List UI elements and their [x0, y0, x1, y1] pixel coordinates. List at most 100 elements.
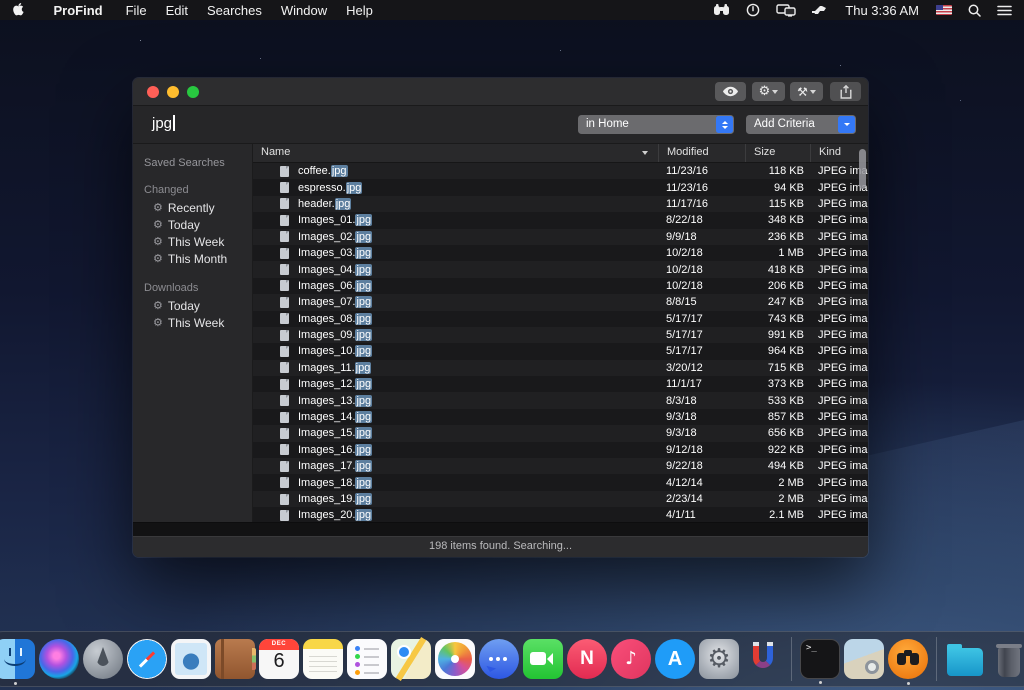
table-row[interactable]: Images_13.jpg8/3/18533 KBJPEG image: [253, 392, 868, 408]
dock-item-terminal-icon[interactable]: [800, 639, 840, 679]
power-circle-icon[interactable]: [738, 3, 768, 17]
table-row[interactable]: Images_07.jpg8/8/15247 KBJPEG image: [253, 294, 868, 310]
size-cell: 373 KB: [745, 378, 810, 390]
table-row[interactable]: Images_08.jpg5/17/17743 KBJPEG image: [253, 311, 868, 327]
kind-cell: JPEG image: [810, 411, 868, 423]
minimize-button[interactable]: [167, 86, 179, 98]
dock-item-trash-icon[interactable]: [989, 639, 1024, 679]
dock-item-finder-icon[interactable]: [0, 639, 35, 679]
match-highlight: jpg: [331, 165, 348, 177]
sidebar-item-this-week[interactable]: ⚙This Week: [133, 233, 252, 250]
us-flag-icon[interactable]: [928, 5, 960, 15]
menu-app-name[interactable]: ProFind: [44, 3, 112, 18]
column-header-modified[interactable]: Modified: [658, 144, 745, 162]
menu-help[interactable]: Help: [337, 3, 383, 18]
table-row[interactable]: coffee.jpg11/23/16118 KBJPEG image: [253, 163, 868, 179]
table-row[interactable]: Images_09.jpg5/17/17991 KBJPEG image: [253, 327, 868, 343]
match-highlight: jpg: [355, 280, 372, 292]
menu-bar: ProFind FileEditSearchesWindowHelp Thu 3…: [0, 0, 1024, 20]
dock-item-appstore-icon[interactable]: [655, 639, 695, 679]
menu-file[interactable]: File: [116, 3, 156, 18]
dock-item-photos-icon[interactable]: [435, 639, 475, 679]
dock-item-maps-icon[interactable]: [391, 639, 431, 679]
dock-item-calendar-icon[interactable]: DEC6: [259, 639, 299, 679]
menu-clock[interactable]: Thu 3:36 AM: [836, 3, 928, 18]
sidebar-item-label: This Month: [168, 252, 227, 266]
tools-button[interactable]: ⚒: [790, 82, 823, 101]
table-row[interactable]: Images_01.jpg8/22/18348 KBJPEG image: [253, 212, 868, 228]
document-icon: [280, 313, 289, 324]
table-row[interactable]: Images_11.jpg3/20/12715 KBJPEG image: [253, 360, 868, 376]
table-row[interactable]: Images_20.jpg4/1/112.1 MBJPEG image: [253, 507, 868, 523]
spray-tool-icon[interactable]: [804, 4, 836, 16]
column-header-size[interactable]: Size: [745, 144, 810, 162]
vertical-scrollbar-thumb[interactable]: [859, 149, 866, 189]
table-row[interactable]: Images_10.jpg5/17/17964 KBJPEG image: [253, 343, 868, 359]
zoom-button[interactable]: [187, 86, 199, 98]
dock-item-mail-icon[interactable]: [171, 639, 211, 679]
dock-item-downloads-folder-icon[interactable]: [945, 639, 985, 679]
size-cell: 922 KB: [745, 444, 810, 456]
dock-item-system-preferences-icon[interactable]: [699, 639, 739, 679]
table-row[interactable]: Images_18.jpg4/12/142 MBJPEG image: [253, 474, 868, 490]
add-criteria-button[interactable]: Add Criteria: [746, 115, 856, 134]
table-row[interactable]: espresso.jpg11/23/1694 KBJPEG image: [253, 179, 868, 195]
dock-item-safari-icon[interactable]: [127, 639, 167, 679]
dock-item-news-icon[interactable]: [567, 639, 607, 679]
dock-item-siri-icon[interactable]: [39, 639, 79, 679]
table-row[interactable]: Images_19.jpg2/23/142 MBJPEG image: [253, 491, 868, 507]
column-header-name[interactable]: Name: [253, 144, 658, 162]
table-row[interactable]: Images_03.jpg10/2/181 MBJPEG image: [253, 245, 868, 261]
menu-edit[interactable]: Edit: [156, 3, 197, 18]
menu-window[interactable]: Window: [271, 3, 336, 18]
dock-item-notes-icon[interactable]: [303, 639, 343, 679]
dock-item-magnet-icon[interactable]: [743, 639, 783, 679]
sidebar-item-recently[interactable]: ⚙Recently: [133, 199, 252, 216]
binoculars-icon[interactable]: [705, 4, 738, 16]
horizontal-scroll-area[interactable]: [133, 522, 868, 537]
dock-item-preview-icon[interactable]: [844, 639, 884, 679]
scope-select[interactable]: in Home: [578, 115, 734, 134]
size-cell: 857 KB: [745, 411, 810, 423]
table-row[interactable]: header.jpg11/17/16115 KBJPEG image: [253, 196, 868, 212]
notification-center-icon[interactable]: [989, 5, 1024, 16]
dock-item-facetime-icon[interactable]: [523, 639, 563, 679]
match-highlight: jpg: [355, 231, 372, 243]
modified-cell: 9/9/18: [658, 231, 745, 243]
apple-menu-icon[interactable]: [13, 3, 26, 18]
close-button[interactable]: [147, 86, 159, 98]
gear-icon: ⚙: [153, 300, 163, 311]
table-row[interactable]: Images_14.jpg9/3/18857 KBJPEG image: [253, 409, 868, 425]
table-row[interactable]: Images_12.jpg11/1/17373 KBJPEG image: [253, 376, 868, 392]
dock-item-contacts-icon[interactable]: [215, 639, 255, 679]
displays-icon[interactable]: [768, 4, 804, 17]
menu-searches[interactable]: Searches: [197, 3, 271, 18]
kind-cell: JPEG image: [810, 198, 868, 210]
table-row[interactable]: Images_16.jpg9/12/18922 KBJPEG image: [253, 442, 868, 458]
actions-button[interactable]: ⚙: [752, 82, 785, 101]
dock-item-profind-icon[interactable]: [888, 639, 928, 679]
table-row[interactable]: Images_02.jpg9/9/18236 KBJPEG image: [253, 229, 868, 245]
title-bar[interactable]: ⚙ ⚒: [133, 78, 868, 106]
table-row[interactable]: Images_06.jpg10/2/18206 KBJPEG image: [253, 278, 868, 294]
sidebar-item-today[interactable]: ⚙Today: [133, 297, 252, 314]
dock-item-launchpad-icon[interactable]: [83, 639, 123, 679]
wallpaper-stars: [140, 40, 141, 41]
size-cell: 991 KB: [745, 329, 810, 341]
search-input[interactable]: jpg: [152, 115, 175, 132]
table-row[interactable]: Images_17.jpg9/22/18494 KBJPEG image: [253, 458, 868, 474]
quick-look-button[interactable]: [715, 82, 746, 101]
sidebar-item-today[interactable]: ⚙Today: [133, 216, 252, 233]
dock-item-itunes-icon[interactable]: [611, 639, 651, 679]
dock-item-messages-icon[interactable]: [479, 639, 519, 679]
document-icon: [280, 182, 289, 193]
table-row[interactable]: Images_04.jpg10/2/18418 KBJPEG image: [253, 261, 868, 277]
spotlight-search-icon[interactable]: [960, 4, 989, 17]
file-basename: Images_17.: [298, 460, 355, 472]
dock-item-reminders-icon[interactable]: [347, 639, 387, 679]
sidebar-item-this-week[interactable]: ⚙This Week: [133, 314, 252, 331]
sidebar-item-this-month[interactable]: ⚙This Month: [133, 250, 252, 267]
table-row[interactable]: Images_15.jpg9/3/18656 KBJPEG image: [253, 425, 868, 441]
share-button[interactable]: [830, 82, 861, 101]
document-icon: [280, 264, 289, 275]
